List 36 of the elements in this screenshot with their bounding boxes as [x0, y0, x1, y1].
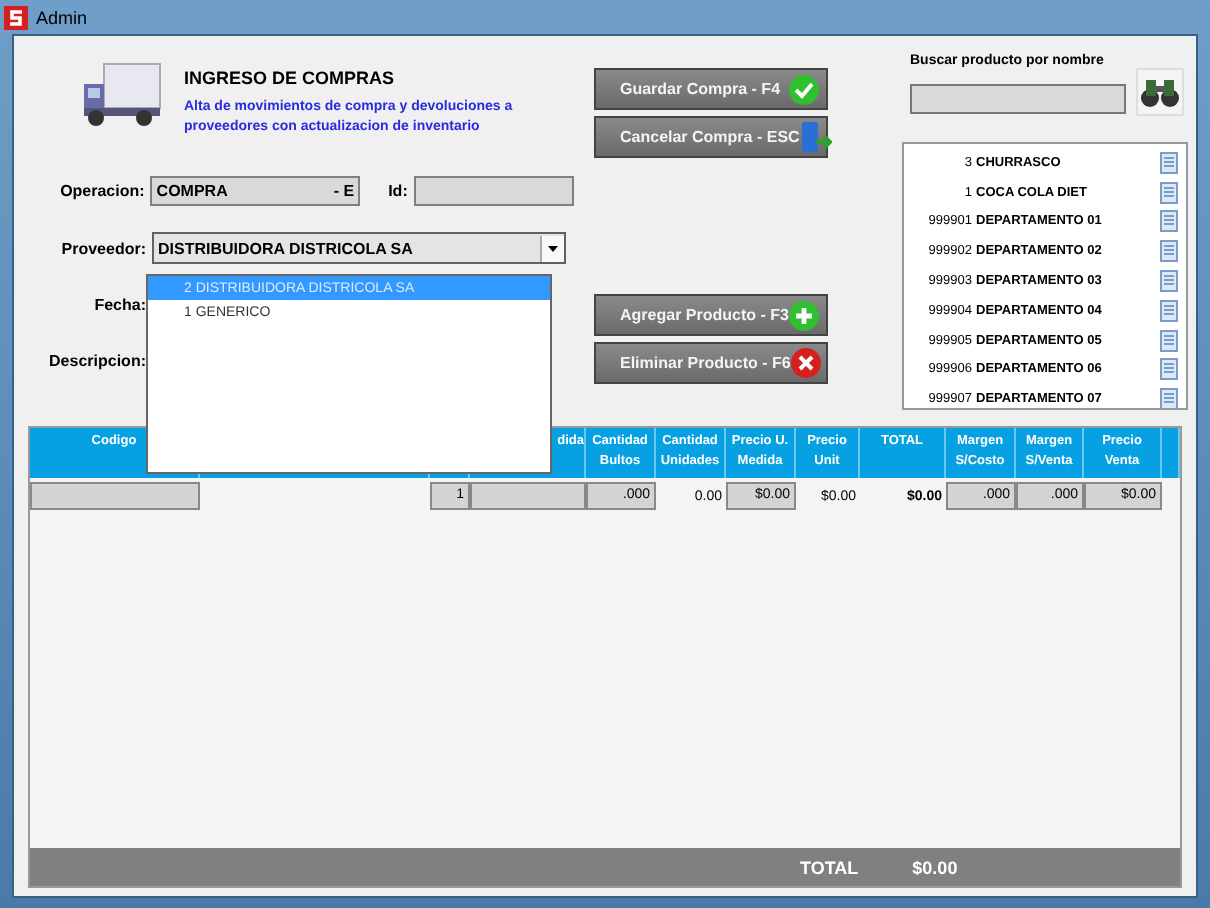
document-icon[interactable]: [1160, 388, 1178, 408]
action-button[interactable]: Cancelar Compra - ESC: [594, 116, 828, 158]
document-icon[interactable]: [1160, 151, 1178, 174]
page-title: INGRESO DE COMPRAS: [184, 68, 397, 88]
total-label: TOTAL: [800, 857, 859, 877]
check-icon: [788, 73, 820, 105]
table-field[interactable]: [30, 482, 200, 510]
table-field[interactable]: [470, 482, 586, 510]
plus-icon: [788, 299, 821, 331]
field-label: Proveedor:: [59, 239, 148, 257]
exit-icon: [799, 120, 832, 154]
caret-icon: [548, 245, 558, 251]
document-icon[interactable]: [1160, 358, 1178, 381]
supplier-select[interactable]: DISTRIBUIDORA DISTRICOLA SA: [152, 232, 566, 264]
document-icon[interactable]: [1160, 299, 1178, 322]
binoculars-icon: [1140, 76, 1180, 108]
action-button[interactable]: Guardar Compra - F4: [594, 68, 828, 110]
id-field[interactable]: [413, 175, 574, 205]
close-icon: [790, 346, 823, 380]
document-icon[interactable]: [1160, 270, 1178, 293]
action-button[interactable]: Eliminar Producto - F6: [594, 342, 828, 384]
document-icon[interactable]: [1160, 210, 1178, 233]
total-value: $0.00: [912, 857, 958, 877]
document-icon[interactable]: [1160, 181, 1178, 204]
field-label: Fecha:: [92, 295, 148, 313]
field-label: Operacion:: [58, 181, 147, 199]
field-label: Descripcion:: [47, 351, 148, 369]
search-button[interactable]: [1136, 68, 1184, 116]
search-field[interactable]: [910, 84, 1126, 114]
document-icon[interactable]: [1160, 329, 1178, 352]
operation-field[interactable]: COMPRA - E: [150, 175, 361, 205]
field-label: Id:: [386, 181, 410, 199]
document-icon[interactable]: [1160, 240, 1178, 263]
app-logo-icon: [4, 5, 28, 29]
action-button[interactable]: Agregar Producto - F3: [594, 294, 828, 336]
window-title: Admin: [36, 7, 88, 27]
